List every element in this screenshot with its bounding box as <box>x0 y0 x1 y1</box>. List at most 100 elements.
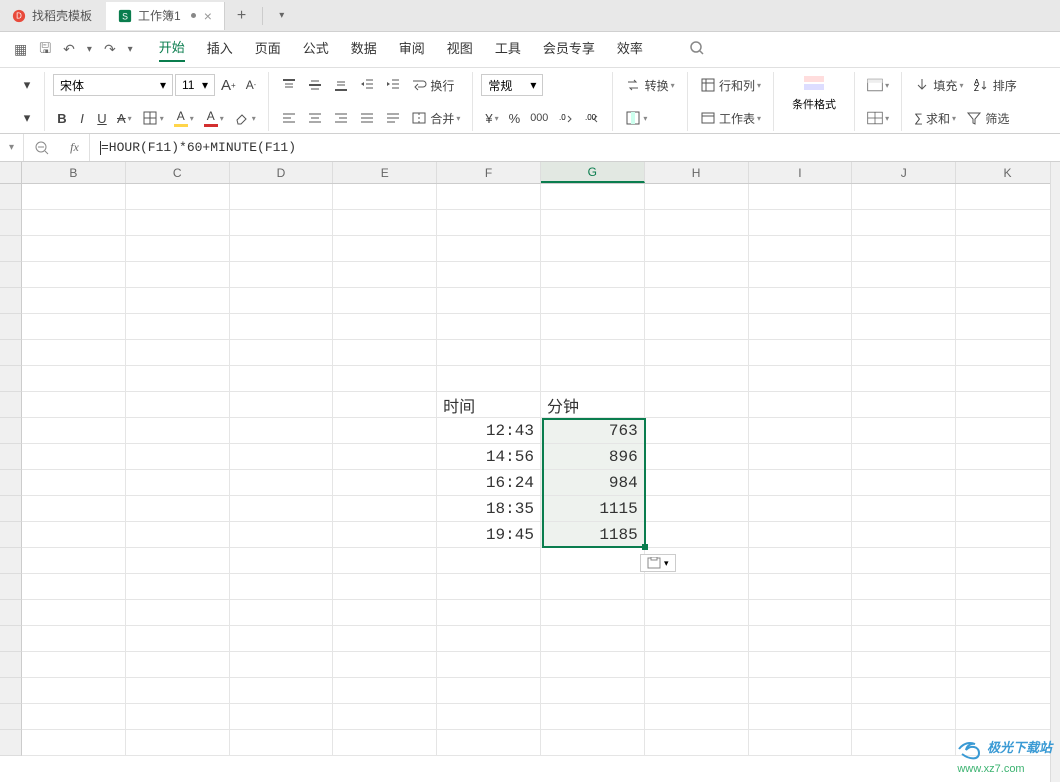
search-icon[interactable] <box>689 40 705 59</box>
row-header[interactable] <box>0 574 22 600</box>
cell[interactable] <box>645 730 749 756</box>
cell[interactable] <box>437 210 541 236</box>
cell[interactable] <box>230 392 334 418</box>
cell[interactable] <box>333 236 437 262</box>
cell[interactable] <box>437 626 541 652</box>
cell[interactable] <box>126 574 230 600</box>
decrease-font-icon[interactable]: A- <box>242 76 260 94</box>
template-tab[interactable]: D 找稻壳模板 <box>0 2 104 30</box>
cell[interactable] <box>22 236 126 262</box>
cell[interactable] <box>333 704 437 730</box>
cell[interactable] <box>852 314 956 340</box>
cell[interactable] <box>541 262 645 288</box>
cell[interactable] <box>852 548 956 574</box>
tab-start[interactable]: 开始 <box>159 37 185 62</box>
cell[interactable] <box>22 496 126 522</box>
cell[interactable] <box>437 678 541 704</box>
cell[interactable] <box>852 600 956 626</box>
cell[interactable] <box>852 626 956 652</box>
wrap-button[interactable]: 换行 <box>407 75 458 96</box>
cell[interactable] <box>22 314 126 340</box>
cell[interactable] <box>22 548 126 574</box>
cell[interactable] <box>852 288 956 314</box>
cell[interactable] <box>126 314 230 340</box>
indent-decrease-icon[interactable] <box>355 75 379 95</box>
cell[interactable] <box>126 210 230 236</box>
cell[interactable]: 896 <box>541 444 645 470</box>
cell[interactable] <box>749 730 853 756</box>
cell[interactable]: 1185 <box>541 522 645 548</box>
cell[interactable] <box>645 522 749 548</box>
cell[interactable] <box>230 548 334 574</box>
tab-page[interactable]: 页面 <box>255 38 281 61</box>
cell[interactable] <box>126 548 230 574</box>
eraser-icon[interactable]: ▾ <box>230 108 260 128</box>
cell[interactable] <box>126 288 230 314</box>
cell[interactable] <box>645 444 749 470</box>
cell[interactable] <box>126 704 230 730</box>
row-header[interactable] <box>0 262 22 288</box>
currency-icon[interactable]: ¥▾ <box>481 109 502 128</box>
cell[interactable] <box>126 184 230 210</box>
cell[interactable] <box>126 392 230 418</box>
row-header[interactable] <box>0 392 22 418</box>
cell[interactable] <box>956 574 1060 600</box>
cell[interactable] <box>333 184 437 210</box>
cell[interactable] <box>852 522 956 548</box>
cell[interactable] <box>230 522 334 548</box>
cell[interactable] <box>230 236 334 262</box>
cell[interactable] <box>645 574 749 600</box>
font-size-selector[interactable]: 11▾ <box>175 74 215 96</box>
cell[interactable] <box>956 444 1060 470</box>
cell[interactable] <box>22 418 126 444</box>
cell[interactable] <box>22 626 126 652</box>
cell[interactable] <box>852 678 956 704</box>
cell[interactable] <box>22 730 126 756</box>
cell[interactable] <box>333 262 437 288</box>
cell[interactable] <box>22 470 126 496</box>
row-header[interactable] <box>0 184 22 210</box>
cell[interactable] <box>437 288 541 314</box>
align-top-icon[interactable] <box>277 75 301 95</box>
cell[interactable] <box>437 548 541 574</box>
cell[interactable] <box>749 184 853 210</box>
row-header[interactable] <box>0 314 22 340</box>
cell[interactable] <box>852 210 956 236</box>
row-header[interactable] <box>0 236 22 262</box>
cell[interactable] <box>852 392 956 418</box>
cell[interactable] <box>22 184 126 210</box>
col-header[interactable]: K <box>956 162 1060 183</box>
cell[interactable] <box>22 652 126 678</box>
row-header[interactable] <box>0 444 22 470</box>
cell[interactable] <box>437 184 541 210</box>
italic-button[interactable]: I <box>73 109 91 128</box>
increase-font-icon[interactable]: A+ <box>217 75 240 96</box>
decimal-dec-icon[interactable]: .00 <box>580 108 604 128</box>
cell[interactable] <box>541 366 645 392</box>
cell[interactable] <box>126 236 230 262</box>
underline-button[interactable]: U <box>93 109 111 128</box>
cell[interactable] <box>22 522 126 548</box>
cell[interactable] <box>126 678 230 704</box>
clipboard-dropdown-icon[interactable]: ▾ <box>18 75 36 95</box>
cell[interactable] <box>230 444 334 470</box>
cell[interactable] <box>645 678 749 704</box>
cell[interactable] <box>956 262 1060 288</box>
cell[interactable] <box>749 548 853 574</box>
cell[interactable] <box>852 704 956 730</box>
cell[interactable] <box>230 496 334 522</box>
font-color-button[interactable]: A▾ <box>200 107 228 129</box>
cell[interactable] <box>645 366 749 392</box>
col-header[interactable]: C <box>126 162 230 183</box>
cell[interactable] <box>126 730 230 756</box>
bold-button[interactable]: B <box>53 109 71 128</box>
col-header[interactable]: D <box>230 162 334 183</box>
col-header[interactable]: H <box>645 162 749 183</box>
zoom-out-icon[interactable] <box>24 134 60 161</box>
cell[interactable] <box>541 626 645 652</box>
cell[interactable] <box>645 262 749 288</box>
cell[interactable] <box>749 392 853 418</box>
clipboard-menu-icon[interactable]: ▾ <box>18 108 36 128</box>
cell[interactable] <box>230 652 334 678</box>
cell[interactable] <box>126 496 230 522</box>
